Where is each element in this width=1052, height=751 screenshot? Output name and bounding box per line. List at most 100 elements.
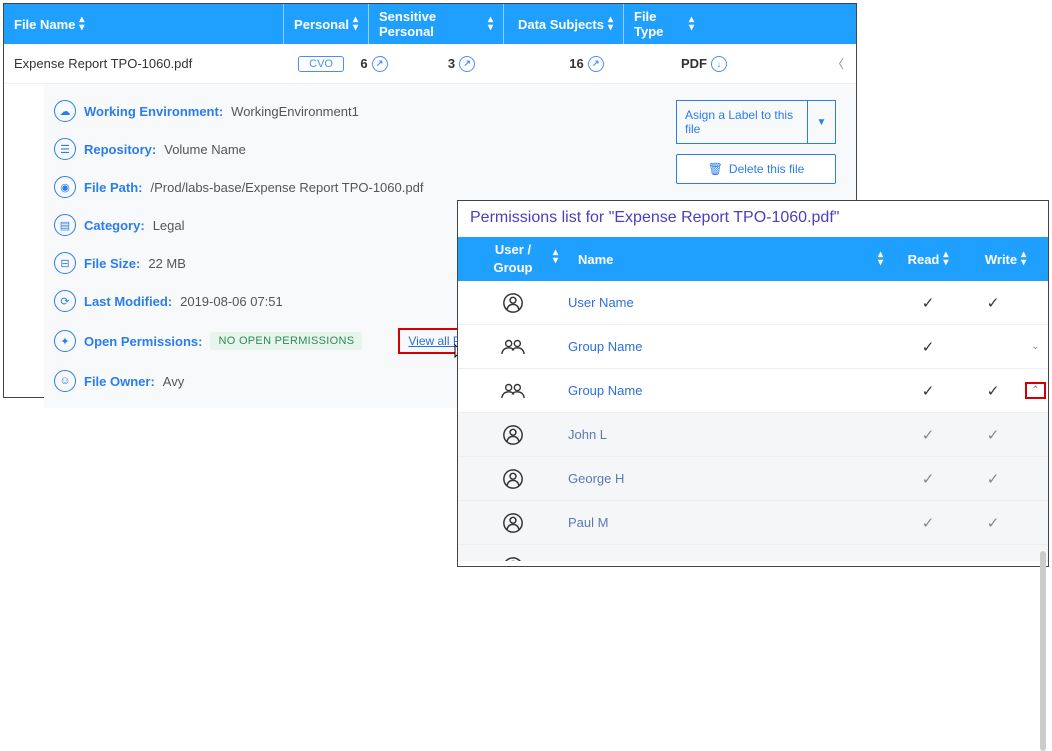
- permissions-label: Open Permissions:: [84, 334, 202, 349]
- permission-row: Paul M✓✓: [458, 501, 1048, 545]
- subjects-count: 16: [569, 56, 583, 71]
- modified-value: 2019-08-06 07:51: [180, 294, 283, 309]
- write-check: ✓: [963, 470, 1023, 488]
- permissions-list: User Name✓✓Group Name✓⌄Group Name✓✓⌃John…: [458, 281, 1048, 561]
- write-check: ✓: [963, 514, 1023, 532]
- permissions-icon: ✦: [54, 330, 76, 352]
- size-label: File Size:: [84, 256, 140, 271]
- delete-file-button[interactable]: 🗑Delete this file: [676, 154, 836, 184]
- write-check: ✓: [963, 294, 1023, 312]
- dropdown-icon[interactable]: ▼: [808, 100, 836, 144]
- permission-name: Ringo S: [568, 559, 893, 561]
- group-icon: [500, 380, 526, 402]
- read-check: ✓: [893, 338, 963, 356]
- sort-icon[interactable]: [689, 16, 694, 32]
- category-label: Category:: [84, 218, 145, 233]
- write-check: ✓: [963, 558, 1023, 562]
- permissions-title: Permissions list for "Expense Report TPO…: [458, 201, 1048, 237]
- person-icon: [502, 556, 524, 562]
- col-write[interactable]: Write: [963, 237, 1048, 281]
- table-header: File Name Personal Sensitive Personal Da…: [4, 4, 856, 44]
- sort-icon[interactable]: [553, 249, 558, 265]
- permission-name: Group Name: [568, 383, 893, 398]
- sort-icon[interactable]: [79, 16, 84, 32]
- path-value: /Prod/labs-base/Expense Report TPO-1060.…: [151, 180, 424, 195]
- read-check: ✓: [893, 514, 963, 532]
- category-icon: ▤: [54, 214, 76, 236]
- permission-row: Group Name✓ ⌄: [458, 325, 1048, 369]
- highlight-box: ⌃: [1025, 382, 1045, 399]
- col-file-name[interactable]: File Name: [4, 4, 284, 44]
- person-icon: [502, 292, 524, 314]
- read-check: ✓: [893, 470, 963, 488]
- permission-row: User Name✓✓: [458, 281, 1048, 325]
- permission-row: George H✓✓: [458, 457, 1048, 501]
- repository-icon: ☰: [54, 138, 76, 160]
- personal-count: 6: [360, 56, 367, 71]
- scrollbar[interactable]: [1040, 551, 1046, 751]
- group-icon: [500, 336, 526, 358]
- col-personal[interactable]: Personal: [284, 4, 369, 44]
- person-icon: [502, 424, 524, 446]
- col-file-type[interactable]: File Type: [624, 4, 704, 44]
- trash-icon: 🗑: [708, 162, 723, 176]
- sort-icon[interactable]: [488, 16, 493, 32]
- chevron-up-icon[interactable]: ⌃: [1031, 385, 1039, 396]
- read-check: ✓: [893, 558, 963, 562]
- sort-icon[interactable]: [1021, 251, 1026, 267]
- person-icon: [502, 468, 524, 490]
- assign-label-button[interactable]: Asign a Label to this file ▼: [676, 100, 836, 144]
- size-icon: ⊟: [54, 252, 76, 274]
- write-check: ✓: [963, 426, 1023, 444]
- cloud-icon: ☁: [54, 100, 76, 122]
- expand-icon[interactable]: ↗: [372, 56, 388, 72]
- col-subjects[interactable]: Data Subjects: [504, 4, 624, 44]
- col-name[interactable]: Name: [568, 237, 893, 281]
- permission-name: User Name: [568, 295, 893, 310]
- owner-label: File Owner:: [84, 374, 155, 389]
- permission-name: John L: [568, 427, 893, 442]
- modified-label: Last Modified:: [84, 294, 172, 309]
- sort-icon[interactable]: [608, 16, 613, 32]
- expand-icon[interactable]: ↗: [459, 56, 475, 72]
- permission-name: Paul M: [568, 515, 893, 530]
- permission-row: John L✓✓: [458, 413, 1048, 457]
- repo-value: Volume Name: [164, 142, 246, 157]
- category-value: Legal: [153, 218, 185, 233]
- col-read[interactable]: Read: [893, 237, 963, 281]
- permission-row: Ringo S✓✓: [458, 545, 1048, 561]
- env-value: WorkingEnvironment1: [231, 104, 359, 119]
- read-check: ✓: [893, 426, 963, 444]
- read-check: ✓: [893, 294, 963, 312]
- path-icon: ◉: [54, 176, 76, 198]
- file-type: PDF: [681, 56, 707, 71]
- write-check: ✓: [963, 382, 1023, 400]
- col-user-group[interactable]: User /Group: [458, 237, 568, 281]
- expand-icon[interactable]: ↗: [588, 56, 604, 72]
- permission-row: Group Name✓✓⌃: [458, 369, 1048, 413]
- person-icon: [502, 512, 524, 534]
- collapse-icon[interactable]: 〈: [832, 55, 856, 72]
- no-permissions-badge: NO OPEN PERMISSIONS: [210, 332, 362, 350]
- permission-name: Group Name: [568, 339, 893, 354]
- owner-value: Avy: [163, 374, 184, 389]
- col-sensitive[interactable]: Sensitive Personal: [369, 4, 504, 44]
- permissions-header: User /Group Name Read Write: [458, 237, 1048, 281]
- env-label: Working Environment:: [84, 104, 223, 119]
- download-icon[interactable]: ↓: [711, 56, 727, 72]
- file-name: Expense Report TPO-1060.pdf: [4, 56, 284, 71]
- modified-icon: ⟳: [54, 290, 76, 312]
- sensitive-count: 3: [448, 56, 455, 71]
- file-row[interactable]: Expense Report TPO-1060.pdf CVO 6 ↗ 3 ↗ 16…: [4, 44, 856, 84]
- permission-name: George H: [568, 471, 893, 486]
- sort-icon[interactable]: [353, 16, 358, 32]
- repo-label: Repository:: [84, 142, 156, 157]
- permissions-panel: Permissions list for "Expense Report TPO…: [457, 200, 1049, 567]
- owner-icon: ☺: [54, 370, 76, 392]
- storage-badge: CVO: [298, 56, 344, 72]
- path-label: File Path:: [84, 180, 143, 195]
- chevron-down-icon[interactable]: ⌄: [1031, 341, 1039, 352]
- sort-icon[interactable]: [943, 251, 948, 267]
- sort-icon[interactable]: [878, 251, 883, 267]
- read-check: ✓: [893, 382, 963, 400]
